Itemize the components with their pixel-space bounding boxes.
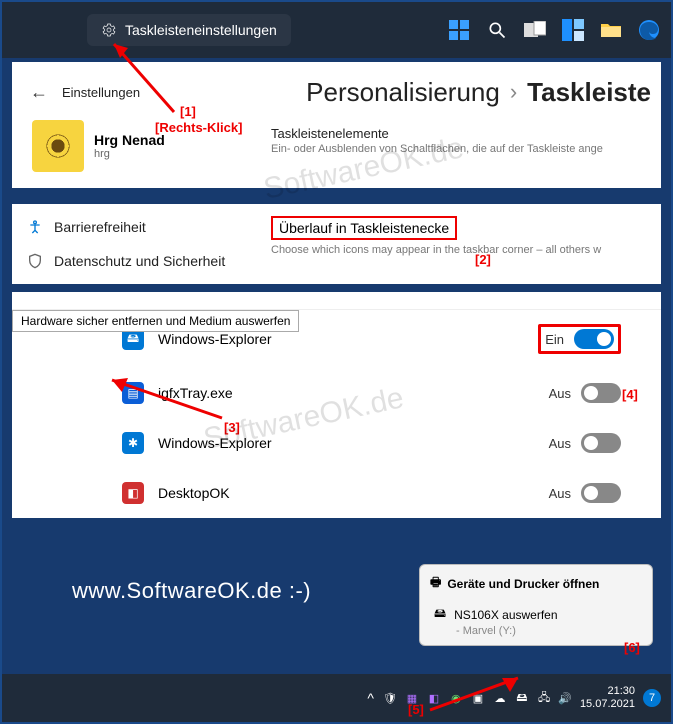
breadcrumb-personalisierung[interactable]: Personalisierung [306, 77, 500, 108]
toggle-switch[interactable] [581, 383, 621, 403]
toggle-row-desktopok: ◧ DesktopOK Aus [12, 468, 661, 518]
overflow-toggle-list: Hardware sicher entfernen und Medium aus… [12, 292, 661, 518]
drive-icon: 🖴 [434, 604, 446, 625]
widgets-icon[interactable] [561, 18, 585, 42]
toggle-label: igfxTray.exe [158, 385, 233, 401]
breadcrumb: Personalisierung › Taskleiste [306, 77, 651, 108]
avatar [32, 120, 84, 172]
sidebar-label: Barrierefreiheit [54, 219, 146, 235]
annot-1: [1] [180, 104, 196, 119]
tray-icon[interactable]: ◉ [448, 690, 464, 706]
printer-icon: 🖶 [430, 573, 441, 594]
toggle-label: DesktopOK [158, 485, 230, 501]
gear-icon [101, 22, 117, 38]
back-button[interactable]: ← [22, 78, 56, 107]
tray-icons: 🛡 ▦ ◧ ◉ ▣ ☁ 🖴 [382, 690, 530, 706]
flyout-sub: - Marvel (Y:) [430, 625, 642, 637]
section-title-overflow[interactable]: Überlauf in Taskleistenecke [271, 216, 457, 240]
tray-chevron-icon[interactable]: ^ [367, 690, 374, 706]
network-icon[interactable]: 🖧 [538, 689, 550, 708]
edge-icon[interactable] [637, 18, 661, 42]
shield-icon [26, 252, 44, 270]
chevron-right-icon: › [510, 79, 517, 105]
taskbar-settings-context-item[interactable]: Taskleisteneinstellungen [87, 14, 291, 46]
settings-window-mid: Barrierefreiheit Datenschutz und Sicherh… [12, 204, 661, 284]
pinned-taskbar-icons [447, 18, 661, 42]
toggle-switch[interactable] [574, 329, 614, 349]
sidebar-label: Datenschutz und Sicherheit [54, 253, 225, 269]
sidebar-item-datenschutz[interactable]: Datenschutz und Sicherheit [22, 244, 252, 278]
eject-flyout: 🖶 Geräte und Drucker öffnen 🖴 NS106X aus… [419, 564, 653, 646]
toggle-switch[interactable] [581, 483, 621, 503]
toggle-row-igfxtray: ▤ igfxTray.exe Aus [12, 368, 661, 418]
toggle-state: Ein [545, 332, 564, 347]
annot-6: [6] [624, 640, 640, 655]
toggle-switch[interactable] [581, 433, 621, 453]
sidebar-item-barrierefreiheit[interactable]: Barrierefreiheit [22, 210, 252, 244]
system-taskbar: ^ 🛡 ▦ ◧ ◉ ▣ ☁ 🖴 🖧 🔊 21:30 15.07.2021 7 [2, 674, 671, 722]
flyout-eject-item[interactable]: 🖴 NS106X auswerfen [430, 600, 642, 625]
tray-icon[interactable]: 🛡 [382, 690, 398, 706]
tray-icon[interactable]: ☁ [492, 690, 508, 706]
section-title-elements: Taskleistenelemente [271, 116, 651, 143]
section-desc-elements: Ein- oder Ausblenden von Schaltflächen, … [271, 143, 651, 155]
desktopok-icon: ◧ [122, 482, 144, 504]
tray-icon[interactable]: ▣ [470, 690, 486, 706]
accessibility-icon [26, 218, 44, 236]
toggle-label: Windows-Explorer [158, 435, 272, 451]
tray-icon[interactable]: ◧ [426, 690, 442, 706]
toggle-state: Aus [549, 386, 571, 401]
taskview-icon[interactable] [523, 18, 547, 42]
eject-tray-icon[interactable]: 🖴 [514, 690, 530, 706]
eject-tooltip: Hardware sicher entfernen und Medium aus… [12, 310, 299, 332]
clock[interactable]: 21:30 15.07.2021 [580, 685, 635, 711]
search-icon[interactable] [485, 18, 509, 42]
volume-icon[interactable]: 🔊 [558, 692, 572, 705]
toggle-state: Aus [549, 436, 571, 451]
annot-1b: [Rechts-Klick] [155, 120, 242, 135]
explorer-icon[interactable] [599, 18, 623, 42]
breadcrumb-taskleiste: Taskleiste [527, 77, 651, 108]
toggle-label: Windows-Explorer [158, 331, 272, 347]
annot-3: [3] [224, 420, 240, 435]
start-icon[interactable] [447, 18, 471, 42]
flyout-title[interactable]: 🖶 Geräte und Drucker öffnen [430, 573, 642, 600]
bluetooth-icon: ✱ [122, 432, 144, 454]
toggle-state: Aus [549, 486, 571, 501]
toggle-row-bluetooth: ✱ Windows-Explorer Aus [12, 418, 661, 468]
annot-2: [2] [475, 252, 491, 267]
notification-badge[interactable]: 7 [643, 689, 661, 707]
user-sub: hrg [94, 148, 165, 160]
annot-5: [5] [408, 702, 424, 717]
settings-title: Einstellungen [62, 85, 140, 100]
settings-window-top: ← Einstellungen Personalisierung › Taskl… [12, 62, 661, 188]
annot-4: [4] [622, 387, 638, 402]
section-desc-overflow: Choose which icons may appear in the tas… [271, 244, 651, 256]
context-menu-label: Taskleisteneinstellungen [125, 22, 277, 38]
user-card[interactable]: Hrg Nenad hrg [22, 116, 175, 182]
app-icon: ▤ [122, 382, 144, 404]
